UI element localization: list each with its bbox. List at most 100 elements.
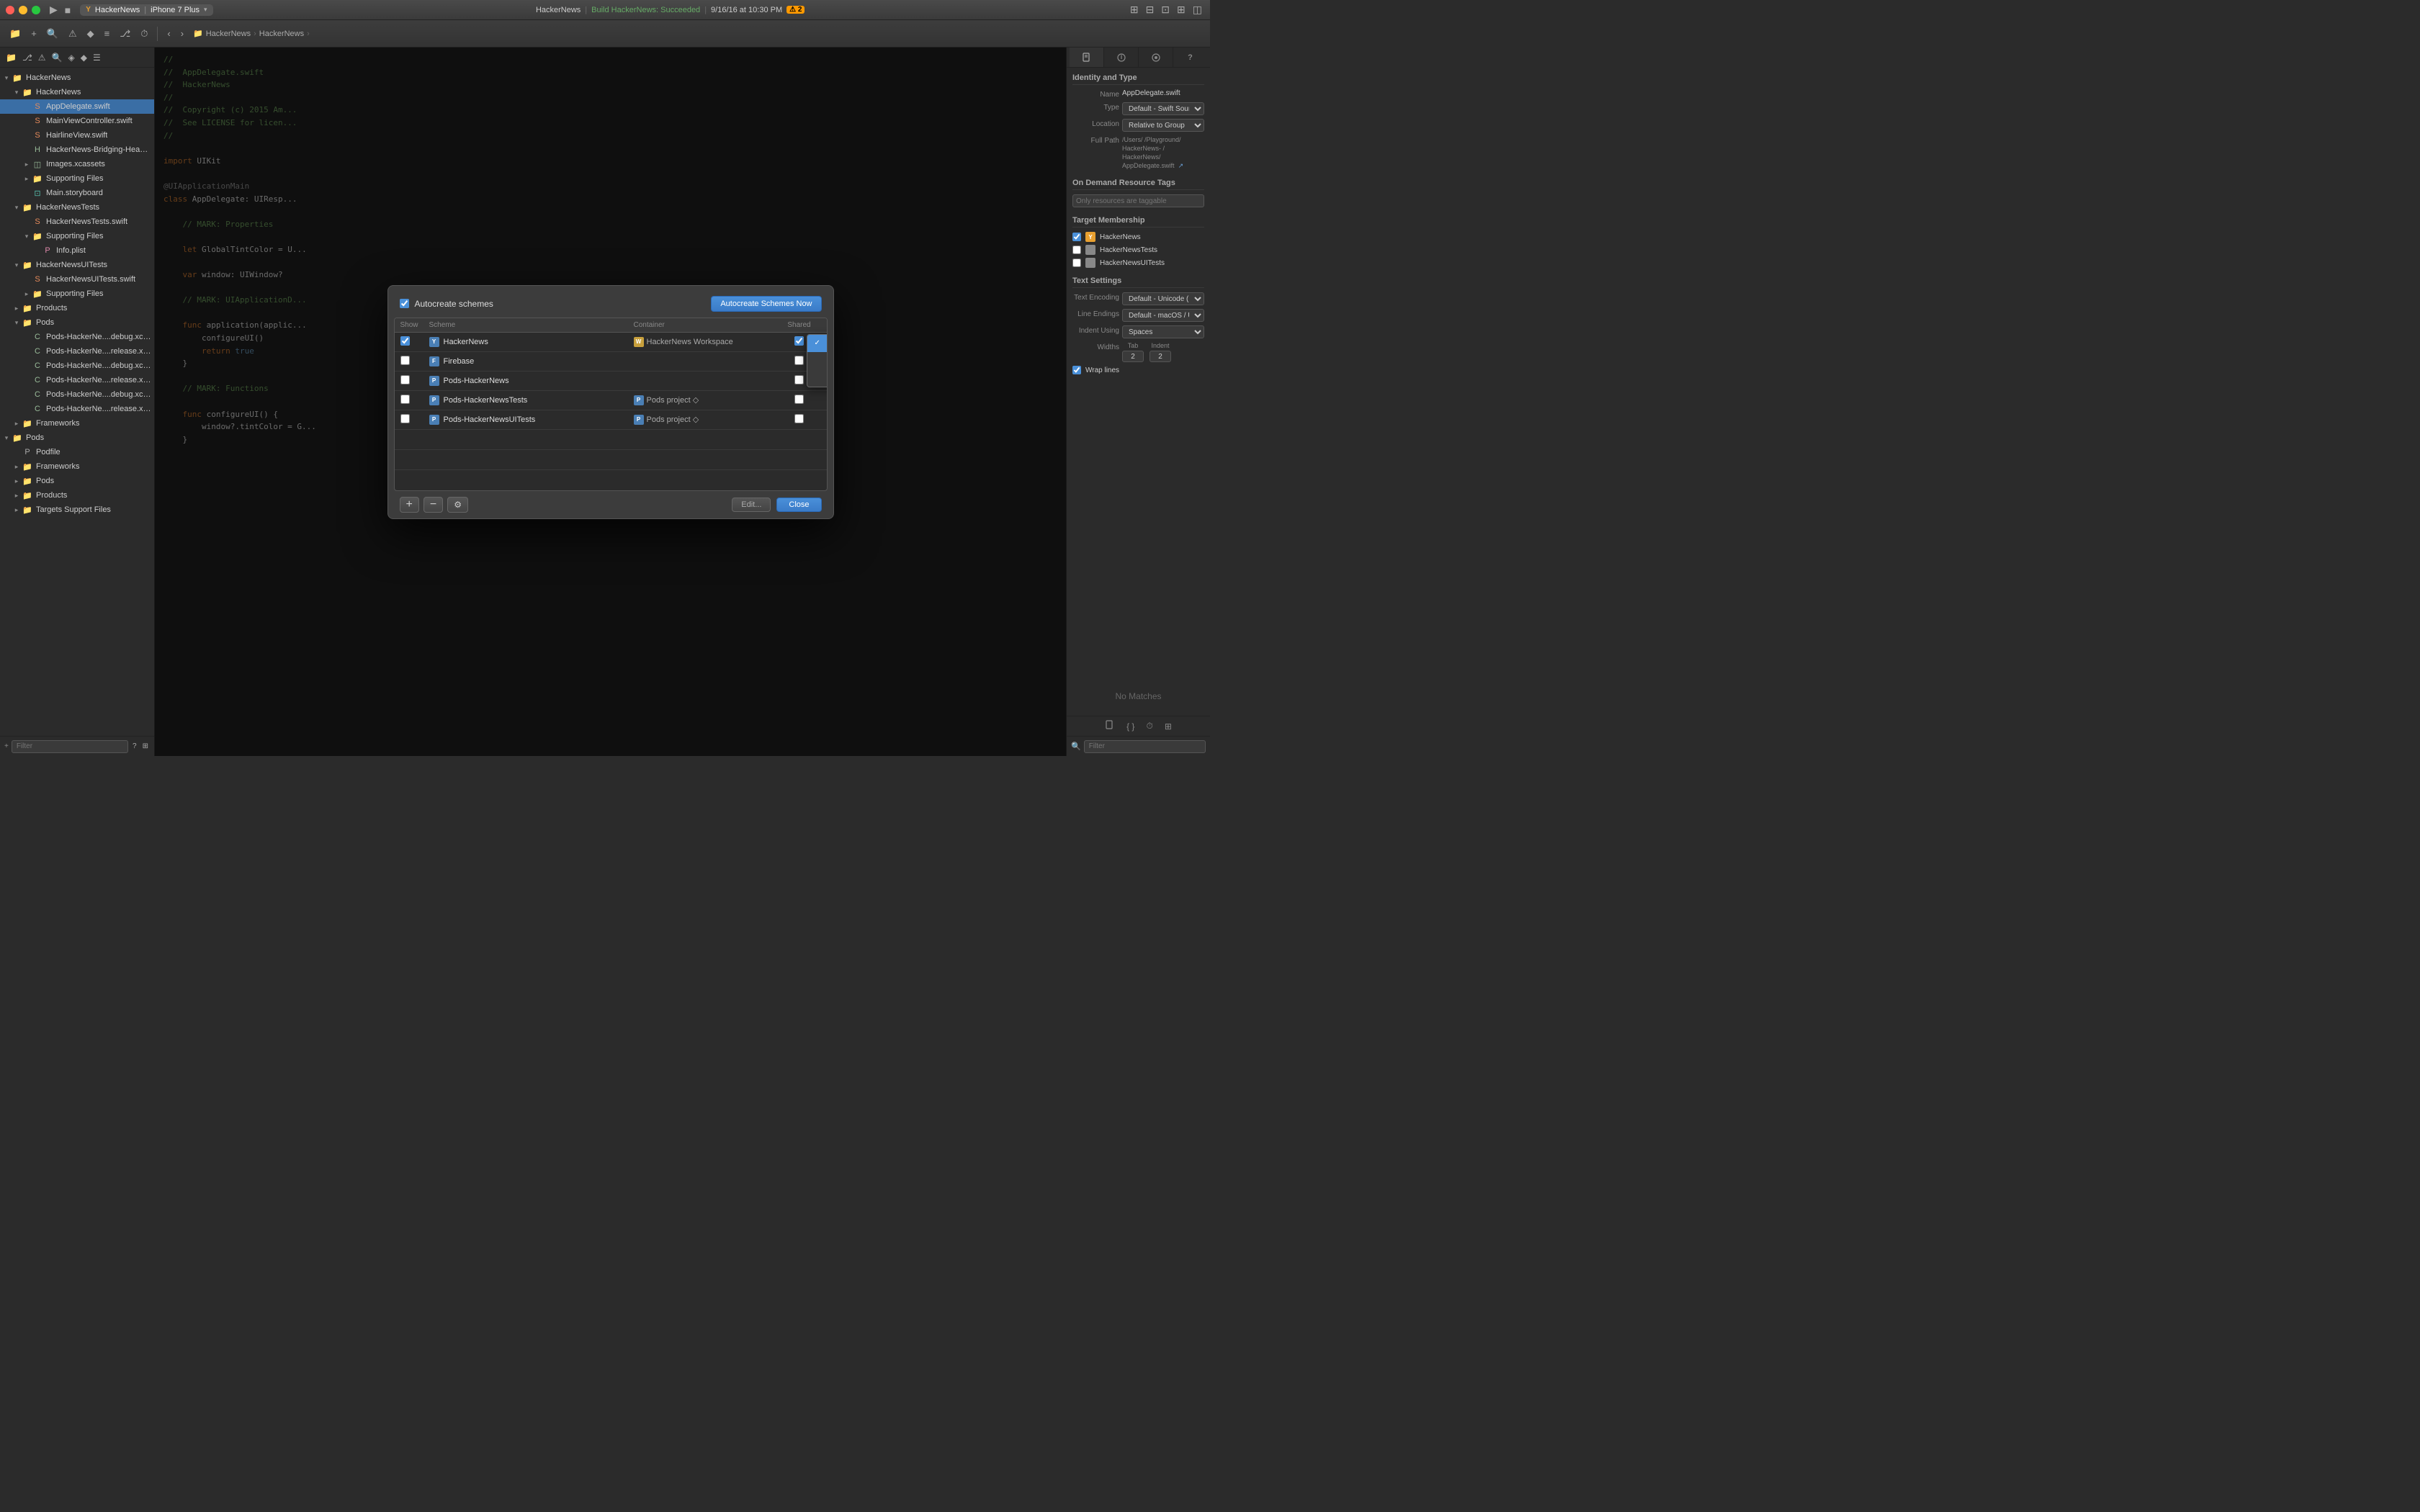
branch-btn[interactable]: ⎇ (116, 26, 134, 42)
filter-input[interactable] (12, 740, 128, 753)
tree-item-xcconfig6[interactable]: C Pods-HackerNe....release.xcconfig (0, 402, 154, 416)
navigator-toggle[interactable]: ⊞ (1128, 4, 1141, 16)
close-button[interactable] (6, 6, 14, 14)
tags-input[interactable] (1072, 194, 1204, 207)
inspector-brace-btn[interactable]: { } (1124, 720, 1137, 733)
nav-reports-icon[interactable]: ☰ (91, 51, 102, 64)
tree-item-hackernews-root[interactable]: ▾ 📁 HackerNews (0, 71, 154, 85)
location-select[interactable]: Relative to Group (1122, 119, 1204, 132)
nav-breakpoints-icon[interactable]: ◆ (79, 51, 89, 64)
nav-folder-icon[interactable]: 📁 (4, 51, 18, 64)
row-container-hackernews[interactable]: W HackerNews Workspace ✓ W HackerNews Wo… (634, 337, 778, 347)
tree-item-tests[interactable]: ▾ 📁 HackerNewsTests (0, 200, 154, 215)
inspector-tab-help[interactable]: ? (1173, 48, 1207, 67)
shared-checkbox-pods-tests[interactable] (794, 395, 804, 404)
inspector-filter-input[interactable] (1084, 740, 1206, 753)
tree-item-info-plist[interactable]: P Info.plist (0, 243, 154, 258)
tree-item-xcconfig1[interactable]: C Pods-HackerNe....debug.xcconfig (0, 330, 154, 344)
target-checkbox-uitests[interactable] (1072, 258, 1081, 267)
autocreate-btn[interactable]: Autocreate Schemes Now (711, 296, 821, 312)
encoding-select[interactable]: Default - Unicode (UTF-8) (1122, 292, 1204, 305)
inspector-tab-inspect[interactable] (1104, 48, 1139, 67)
nav-vcs-icon[interactable]: ⎇ (21, 51, 34, 64)
filter-options-btn[interactable]: ? (131, 741, 138, 752)
tree-item-supporting-tests[interactable]: ▾ 📁 Supporting Files (0, 229, 154, 243)
back-btn[interactable]: ‹ (163, 26, 174, 41)
history-btn[interactable]: ⏱ (137, 26, 151, 42)
tree-item-images[interactable]: ▸ ◫ Images.xcassets (0, 157, 154, 171)
shared-checkbox-pods[interactable] (794, 375, 804, 384)
breadcrumb-folder[interactable]: HackerNews (259, 30, 304, 38)
dropdown-item-pods[interactable]: P Pods project (807, 369, 828, 387)
window-controls[interactable] (6, 6, 40, 14)
tree-item-frameworks[interactable]: ▸ 📁 Frameworks (0, 416, 154, 431)
add-btn[interactable]: + (27, 26, 40, 41)
indent-select[interactable]: Spaces (1122, 325, 1204, 338)
tree-item-xcconfig3[interactable]: C Pods-HackerNe....debug.xcconfig (0, 359, 154, 373)
line-endings-select[interactable]: Default - macOS / Unix (LF) (1122, 309, 1204, 322)
add-scheme-btn[interactable]: + (400, 497, 419, 513)
shared-checkbox-pods-uitests[interactable] (794, 414, 804, 423)
panel-toggle[interactable]: ◫ (1191, 4, 1204, 16)
tree-item-hairline[interactable]: S HairlineView.swift (0, 128, 154, 143)
tree-item-hackernews-group[interactable]: ▾ 📁 HackerNews (0, 85, 154, 99)
minimize-button[interactable] (19, 6, 27, 14)
tab-width-input[interactable] (1122, 351, 1144, 362)
wrap-checkbox[interactable] (1072, 366, 1081, 374)
dropdown-item-project[interactable]: P HackerNews project (807, 352, 828, 369)
row-show-pods-uitests[interactable] (400, 414, 410, 423)
tree-item-targets-support[interactable]: ▸ 📁 Targets Support Files (0, 503, 154, 517)
debug-toggle[interactable]: ⊟ (1144, 4, 1157, 16)
tree-item-podfile[interactable]: P Podfile (0, 445, 154, 459)
forward-btn[interactable]: › (177, 26, 187, 41)
tree-item-pods-pods[interactable]: ▸ 📁 Pods (0, 474, 154, 488)
tree-item-supporting-hackernews[interactable]: ▸ 📁 Supporting Files (0, 171, 154, 186)
row-show-pods-tests[interactable] (400, 395, 410, 404)
tree-item-pods-products[interactable]: ▸ 📁 Products (0, 488, 154, 503)
maximize-button[interactable] (32, 6, 40, 14)
tree-item-supporting-uitests[interactable]: ▸ 📁 Supporting Files (0, 287, 154, 301)
list-btn[interactable]: ≡ (101, 26, 114, 41)
target-checkbox-hackernews[interactable] (1072, 233, 1081, 241)
autocreate-checkbox[interactable] (400, 299, 409, 308)
tree-item-uitests[interactable]: ▾ 📁 HackerNewsUITests (0, 258, 154, 272)
tree-item-mainview[interactable]: S MainViewController.swift (0, 114, 154, 128)
scheme-selector[interactable]: Y HackerNews | iPhone 7 Plus ▾ (80, 4, 212, 16)
breakpoint-btn[interactable]: ◆ (84, 26, 98, 42)
split-view[interactable]: ⊞ (1175, 4, 1188, 16)
inspector-toggle[interactable]: ⊡ (1159, 4, 1172, 16)
inspector-clock-btn[interactable]: ⏱ (1143, 719, 1155, 733)
target-checkbox-tests[interactable] (1072, 246, 1081, 254)
folder-btn[interactable]: 📁 (6, 26, 24, 42)
nav-issues-icon[interactable]: ⚠ (37, 51, 48, 64)
tree-item-main-storyboard[interactable]: ⊡ Main.storyboard (0, 186, 154, 200)
inspector-tab-file[interactable] (1070, 48, 1104, 67)
tree-item-xcconfig5[interactable]: C Pods-HackerNe....debug.xcconfig (0, 387, 154, 402)
nav-search-icon[interactable]: 🔍 (50, 51, 64, 64)
play-button[interactable]: ▶ (48, 4, 60, 16)
row-show-pods[interactable] (400, 375, 410, 384)
filter-scope-btn[interactable]: ⊞ (141, 741, 150, 752)
row-show-hackernews[interactable] (400, 336, 410, 346)
warning-btn[interactable]: ⚠ (65, 26, 81, 42)
link-icon[interactable]: ↗ (1178, 162, 1184, 169)
tree-item-tests-swift[interactable]: S HackerNewsTests.swift (0, 215, 154, 229)
search-btn[interactable]: 🔍 (43, 26, 62, 42)
tree-item-xcconfig2[interactable]: C Pods-HackerNe....release.xcconfig (0, 344, 154, 359)
stop-button[interactable]: ■ (63, 4, 73, 16)
row-show-firebase[interactable] (400, 356, 410, 365)
inspector-grid-btn[interactable]: ⊞ (1162, 720, 1175, 733)
tree-item-xcconfig4[interactable]: C Pods-HackerNe....release.xcconfig (0, 373, 154, 387)
tree-item-appdelegate[interactable]: S AppDelegate.swift (0, 99, 154, 114)
tree-item-pods-group[interactable]: ▾ 📁 Pods (0, 315, 154, 330)
gear-btn[interactable]: ⚙ (447, 497, 468, 513)
nav-debug-icon[interactable]: ◈ (67, 51, 76, 64)
tree-item-bridging[interactable]: H HackerNews-Bridging-Header.h (0, 143, 154, 157)
warning-badge[interactable]: ⚠ 2 (786, 6, 805, 14)
tree-item-pods-root[interactable]: ▾ 📁 Pods (0, 431, 154, 445)
edit-btn[interactable]: Edit... (732, 498, 771, 512)
type-select[interactable]: Default - Swift Source (1122, 102, 1204, 115)
tree-item-uitests-swift[interactable]: S HackerNewsUITests.swift (0, 272, 154, 287)
remove-scheme-btn[interactable]: − (424, 497, 443, 513)
breadcrumb-project[interactable]: HackerNews (206, 30, 251, 38)
